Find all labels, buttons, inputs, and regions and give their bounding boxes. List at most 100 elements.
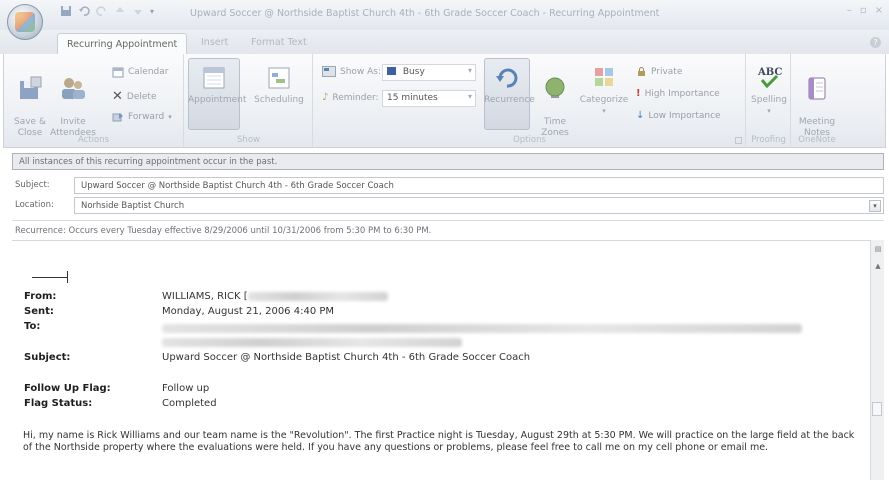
appointment-button[interactable]: Appointment (188, 64, 246, 106)
show-as-dropdown[interactable]: Busy ▾ (382, 64, 476, 81)
flag-status-value: Completed (162, 398, 217, 409)
onenote-group-label: OneNote (798, 135, 836, 145)
header-rule (32, 277, 68, 278)
separator (12, 220, 884, 221)
ruler-toggle-icon[interactable]: ▤ (872, 243, 884, 255)
busy-swatch-icon (387, 67, 396, 75)
reminder-dropdown-icon: ▾ (467, 92, 472, 101)
scroll-thumb[interactable] (872, 402, 882, 416)
group-actions: Save & Close Invite Attendees Calendar ✕… (4, 54, 184, 147)
maximize-icon[interactable]: ▫ (860, 5, 867, 16)
forward-button[interactable]: Forward ▾ (112, 111, 172, 123)
to-recipients-redacted-2 (162, 337, 462, 348)
onenote-icon (808, 77, 826, 100)
window-title: Upward Soccer @ Northside Baptist Church… (190, 8, 660, 19)
location-dropdown-icon[interactable]: ▾ (869, 200, 881, 212)
spelling-abc-icon: ABC (757, 67, 782, 89)
up-arrow-icon[interactable] (114, 5, 126, 17)
private-label: Private (651, 66, 683, 77)
delete-icon: ✕ (112, 89, 123, 104)
calendar-button[interactable]: Calendar (112, 66, 168, 78)
help-icon[interactable]: ? (870, 37, 881, 48)
down-arrow-importance-icon: ↓ (636, 110, 645, 121)
exclamation-icon: ! (636, 88, 641, 99)
show-as-dropdown-icon: ▾ (467, 66, 472, 75)
minimize-icon[interactable]: – (847, 5, 852, 16)
subject-field[interactable]: Upward Soccer @ Northside Baptist Church… (74, 177, 884, 194)
window-controls: – ▫ × (847, 5, 883, 16)
email-subject-label: Subject: (24, 352, 71, 363)
recurrence-icon (496, 68, 518, 88)
vertical-scrollbar[interactable]: ▤ ▲ (870, 240, 884, 480)
spelling-dropdown-icon: ▾ (767, 107, 771, 115)
quick-access-toolbar: ▾ (60, 5, 154, 17)
calendar-label: Calendar (128, 67, 169, 77)
text-cursor (67, 271, 68, 283)
email-subject-value: Upward Soccer @ Northside Baptist Church… (162, 352, 531, 363)
flag-status-label: Flag Status: (24, 398, 93, 409)
office-logo-icon (15, 12, 35, 32)
from-value: WILLIAMS, RICK [ (162, 291, 388, 302)
location-label: Location: (15, 200, 54, 210)
tab-insert[interactable]: Insert (201, 37, 228, 48)
forward-dropdown-icon[interactable]: ▾ (168, 113, 172, 121)
options-group-label: Options (513, 135, 546, 145)
high-importance-label: High Importance (644, 88, 720, 99)
customize-qat-icon[interactable]: ▾ (150, 7, 154, 16)
location-row: Location: Norhside Baptist Church ▾ (12, 197, 884, 214)
categorize-button[interactable]: Categorize ▾ (578, 64, 630, 117)
undo-icon[interactable] (78, 5, 90, 17)
time-zones-button[interactable]: Time Zones (535, 64, 575, 139)
categorize-label: Categorize (579, 95, 629, 105)
forward-label: Forward (128, 112, 165, 122)
save-close-icon (20, 76, 42, 99)
subject-row: Subject: Upward Soccer @ Northside Bapti… (12, 177, 884, 194)
lock-icon (638, 67, 645, 76)
ribbon-tabs: Recurring Appointment Insert Format Text… (0, 30, 889, 54)
spelling-button[interactable]: ABC Spelling ▾ (749, 64, 789, 117)
scroll-up-icon[interactable]: ▲ (872, 260, 884, 272)
show-as-icon (322, 66, 336, 77)
high-importance-button[interactable]: ! High Importance (636, 88, 720, 99)
reminder-dropdown[interactable]: 15 minutes ▾ (382, 90, 476, 107)
tab-format-text[interactable]: Format Text (251, 37, 307, 48)
group-options: Show As: Busy ▾ ♪ Reminder: 15 minutes ▾… (314, 54, 746, 147)
group-onenote: Meeting Notes OneNote (792, 54, 842, 147)
down-arrow-icon[interactable] (132, 5, 144, 17)
save-close-button[interactable]: Save & Close (10, 64, 50, 139)
proofing-group-label: Proofing (751, 135, 786, 145)
redo-icon[interactable] (96, 5, 108, 17)
group-proofing: ABC Spelling ▾ Proofing (747, 54, 791, 147)
delete-label: Delete (126, 91, 157, 102)
to-label: To: (24, 321, 41, 332)
invite-attendees-icon (62, 78, 85, 99)
private-button[interactable]: Private (636, 66, 682, 77)
title-bar: ▾ Upward Soccer @ Northside Baptist Chur… (0, 0, 889, 40)
meeting-notes-button[interactable]: Meeting Notes (794, 64, 840, 139)
show-as-value: Busy (402, 67, 425, 77)
location-field[interactable]: Norhside Baptist Church ▾ (74, 197, 884, 214)
reminder-label: Reminder: (332, 92, 379, 103)
office-button[interactable] (7, 4, 43, 40)
ribbon: Save & Close Invite Attendees Calendar ✕… (3, 54, 886, 148)
close-icon[interactable]: × (875, 5, 883, 16)
group-show: Appointment Scheduling Show (185, 54, 313, 147)
tab-recurring-appointment[interactable]: Recurring Appointment (57, 33, 188, 54)
follow-up-flag-value: Follow up (162, 383, 210, 394)
redacted-email-image (247, 291, 388, 301)
delete-button[interactable]: ✕ Delete (112, 89, 156, 104)
reminder-bell-icon: ♪ (322, 92, 329, 103)
follow-up-flag-label: Follow Up Flag: (24, 383, 111, 394)
show-group-label: Show (237, 135, 260, 145)
low-importance-button[interactable]: ↓ Low Importance (636, 110, 721, 121)
scheduling-button[interactable]: Scheduling (249, 64, 309, 106)
recurrence-button[interactable]: Recurrence (484, 64, 535, 106)
sent-label: Sent: (24, 306, 54, 317)
info-bar: All instances of this recurring appointm… (12, 153, 884, 170)
save-icon[interactable] (60, 5, 72, 17)
reminder-label-wrap: ♪ Reminder: (322, 92, 379, 103)
invite-attendees-button[interactable]: Invite Attendees (50, 64, 96, 139)
email-body-text: Hi, my name is Rick Williams and our tea… (23, 430, 855, 453)
actions-group-label: Actions (77, 135, 110, 145)
redacted-recipients-line2 (162, 337, 462, 347)
